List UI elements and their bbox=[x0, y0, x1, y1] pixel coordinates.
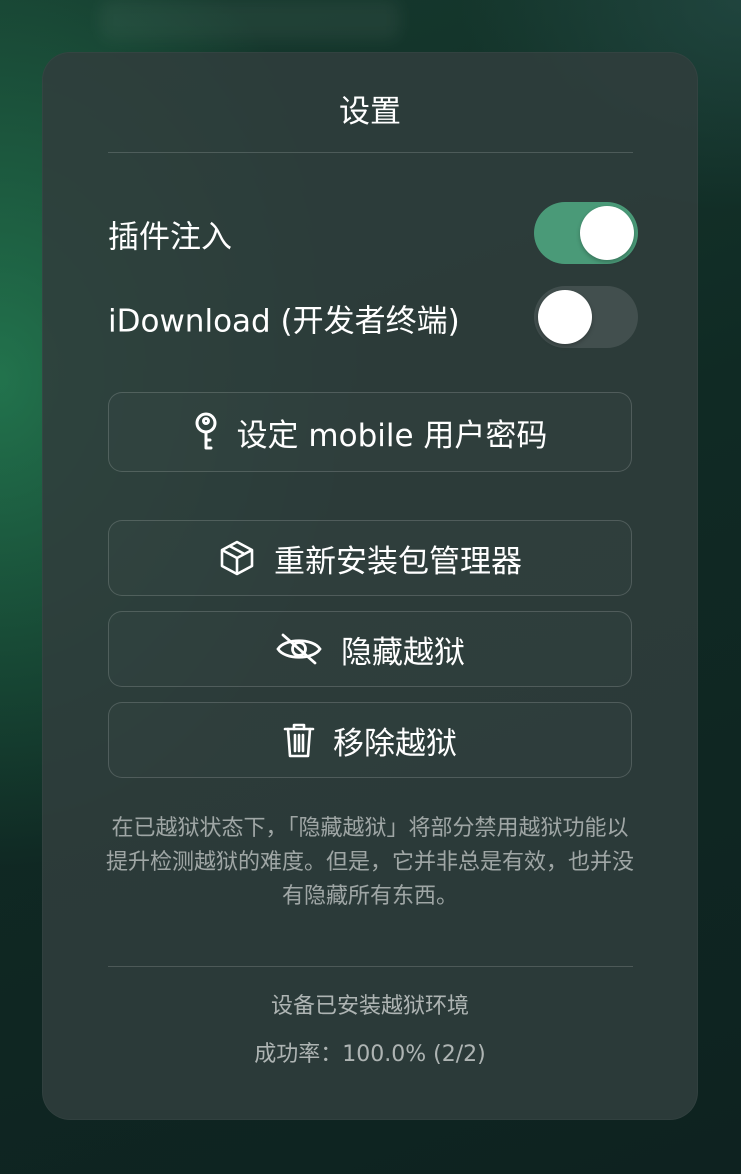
remove-jailbreak-button[interactable]: 移除越狱 bbox=[108, 702, 632, 778]
switch-knob bbox=[538, 290, 592, 344]
eye-slash-icon bbox=[275, 632, 323, 666]
hide-jailbreak-button[interactable]: 隐藏越狱 bbox=[108, 611, 632, 687]
remove-jailbreak-label: 移除越狱 bbox=[333, 725, 457, 762]
success-rate-status: 成功率：100.0% (2/2) bbox=[254, 1042, 486, 1067]
package-box-icon bbox=[218, 539, 256, 577]
hide-jailbreak-note: 在已越狱状态下，「隐藏越狱」将部分禁用越狱功能以提升检测越狱的难度。但是，它并非… bbox=[105, 816, 634, 909]
hide-jailbreak-label: 隐藏越狱 bbox=[341, 634, 465, 671]
toggle-label-idownload: iDownload (开发者终端) bbox=[108, 303, 460, 340]
toggle-label-tweak-injection: 插件注入 bbox=[108, 219, 232, 256]
title-divider bbox=[108, 152, 633, 153]
toggle-row-idownload: iDownload (开发者终端) bbox=[108, 286, 638, 350]
panel-title: 设置 bbox=[339, 94, 401, 130]
idownload-switch[interactable] bbox=[534, 286, 638, 348]
set-password-label: 设定 mobile 用户密码 bbox=[236, 417, 548, 454]
tweak-injection-switch[interactable] bbox=[534, 202, 638, 264]
background-blur-content bbox=[100, 0, 400, 40]
reinstall-package-manager-label: 重新安装包管理器 bbox=[274, 543, 522, 580]
reinstall-package-manager-button[interactable]: 重新安装包管理器 bbox=[108, 520, 632, 596]
set-password-button[interactable]: 设定 mobile 用户密码 bbox=[108, 392, 632, 472]
key-icon bbox=[193, 412, 219, 452]
jailbreak-environment-status: 设备已安装越狱环境 bbox=[270, 994, 469, 1019]
settings-panel: 设置 插件注入 iDownload (开发者终端) 设定 mobile 用户密码 bbox=[42, 52, 698, 1120]
status-divider bbox=[108, 966, 633, 967]
switch-knob bbox=[580, 206, 634, 260]
trash-icon bbox=[283, 721, 315, 759]
toggle-row-tweak-injection: 插件注入 bbox=[108, 202, 638, 266]
